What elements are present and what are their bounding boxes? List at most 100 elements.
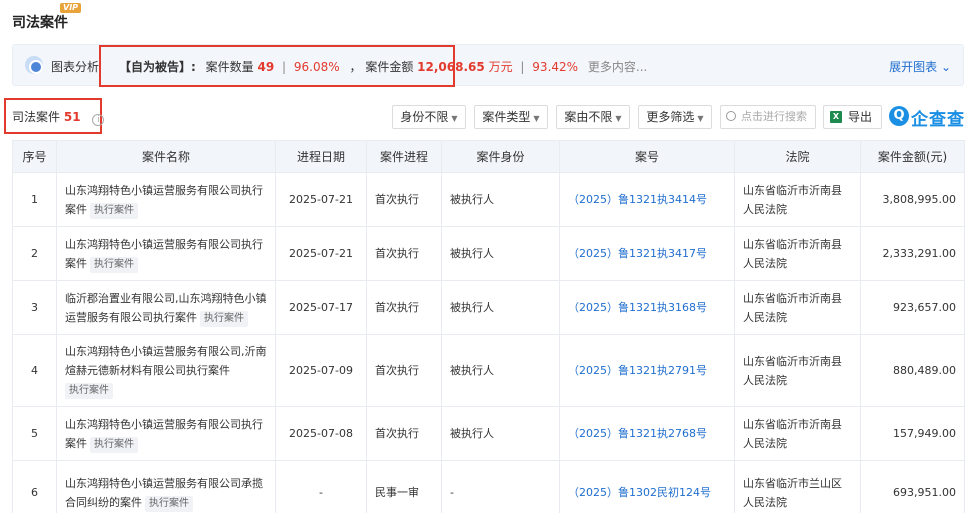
search-placeholder: 点击进行搜索 [741,110,807,123]
search-input[interactable]: 点击进行搜索 [720,105,816,129]
more-filters[interactable]: 更多筛选 ▼ [638,105,712,129]
case-number-link[interactable]: （2025）鲁1321执2791号 [559,334,735,407]
case-tag: 执行案件 [90,202,138,219]
cases-count: 51 [63,110,81,124]
col-header: 案号 [559,140,735,173]
case-name[interactable]: 山东鸿翔特色小镇运营服务有限公司执行案件 执行案件 [56,172,276,227]
vip-badge: VIP [60,3,82,13]
identity-filter[interactable]: 身份不限 ▼ [392,105,466,129]
col-header: 序号 [12,140,57,173]
progress-date: 2025-07-21 [275,226,367,281]
table-row[interactable]: 6 山东鸿翔特色小镇运营服务有限公司承揽合同纠纷的案件 执行案件 - 民事一审 -… [12,460,965,513]
row-number: 2 [12,226,57,281]
col-header: 案件金额(元) [860,140,965,173]
case-progress: 民事一审 [366,460,442,513]
col-header: 案件名称 [56,140,276,173]
table-row[interactable]: 1 山东鸿翔特色小镇运营服务有限公司执行案件 执行案件 2025-07-21 首次… [12,172,965,227]
case-role: 被执行人 [441,280,560,335]
row-number: 5 [12,406,57,461]
progress-date: 2025-07-08 [275,406,367,461]
excel-icon: X [830,111,842,123]
amount-label: 案件金额 [365,60,414,74]
case-tag: 执行案件 [90,256,138,273]
export-button[interactable]: X 导出 [823,105,882,129]
case-number-link[interactable]: （2025）鲁1321执2768号 [559,406,735,461]
progress-date: 2025-07-21 [275,172,367,227]
case-progress: 首次执行 [366,226,442,281]
col-header: 案件身份 [441,140,560,173]
case-progress: 首次执行 [366,406,442,461]
col-header: 进程日期 [275,140,367,173]
expand-chart-button[interactable]: 展开图表 ⌄ [889,58,951,75]
table-header-row: 序号 案件名称 进程日期 案件进程 案件身份 案号 法院 案件金额(元) [12,140,965,173]
case-name[interactable]: 山东鸿翔特色小镇运营服务有限公司执行案件 执行案件 [56,226,276,281]
case-name[interactable]: 山东鸿翔特色小镇运营服务有限公司,沂南煊赫元德新材料有限公司执行案件 执行案件 [56,334,276,407]
court: 山东省临沂市沂南县人民法院 [734,334,861,407]
case-amount: 880,489.00 [860,334,965,407]
count-label: 案件数量 [205,60,254,74]
table-row[interactable]: 2 山东鸿翔特色小镇运营服务有限公司执行案件 执行案件 2025-07-21 首次… [12,226,965,281]
count-value: 49 [257,60,275,74]
progress-date: 2025-07-09 [275,334,367,407]
court: 山东省临沂市沂南县人民法院 [734,226,861,281]
case-role: - [441,460,560,513]
case-progress: 首次执行 [366,334,442,407]
case-name[interactable]: 山东鸿翔特色小镇运营服务有限公司执行案件 执行案件 [56,406,276,461]
more-filters-label: 更多筛选 [646,110,695,124]
case-number-link[interactable]: （2025）鲁1321执3417号 [559,226,735,281]
case-amount: 693,951.00 [860,460,965,513]
col-header: 案件进程 [366,140,442,173]
chart-analysis-icon [25,56,43,74]
amount-value: 12,068.65 [417,60,485,74]
analysis-bar: 图表分析 【自为被告】: 案件数量 49 | 96.08% ， 案件金额 12,… [12,44,964,87]
table-row[interactable]: 4 山东鸿翔特色小镇运营服务有限公司,沂南煊赫元德新材料有限公司执行案件 执行案件… [12,334,965,407]
case-number-link[interactable]: （2025）鲁1321执3414号 [559,172,735,227]
table-row[interactable]: 3 临沂郡治置业有限公司,山东鸿翔特色小镇运营服务有限公司执行案件 执行案件 20… [12,280,965,335]
export-label: 导出 [848,110,873,124]
court: 山东省临沂市沂南县人民法院 [734,406,861,461]
col-header: 法院 [734,140,861,173]
row-number: 1 [12,172,57,227]
table-row[interactable]: 5 山东鸿翔特色小镇运营服务有限公司执行案件 执行案件 2025-07-08 首次… [12,406,965,461]
cases-heading: 司法案件 51 i [12,108,105,126]
case-role: 被执行人 [441,406,560,461]
count-pct: 96.08% [293,60,340,74]
brand-name: 企查查 [911,110,965,130]
case-amount: 2,333,291.00 [860,226,965,281]
page-title: 司法案件 [12,15,68,31]
case-number-link[interactable]: （2025）鲁1302民初124号 [559,460,735,513]
role-label: 【自为被告】: [119,60,196,74]
row-number: 6 [12,460,57,513]
row-number: 3 [12,280,57,335]
brand-logo-icon: Q [889,106,909,126]
case-reason-filter[interactable]: 案由不限 ▼ [556,105,630,129]
case-number-link[interactable]: （2025）鲁1321执3168号 [559,280,735,335]
case-progress: 首次执行 [366,172,442,227]
more-content-link[interactable]: 更多内容... [588,60,647,74]
case-tag: 执行案件 [65,383,113,399]
analysis-stats: 【自为被告】: 案件数量 49 | 96.08% ， 案件金额 12,068.6… [119,60,648,74]
court: 山东省临沂市兰山区人民法院 [734,460,861,513]
case-tag: 执行案件 [145,495,193,512]
case-role: 被执行人 [441,172,560,227]
row-number: 4 [12,334,57,407]
case-type-filter[interactable]: 案件类型 ▼ [474,105,548,129]
case-name[interactable]: 山东鸿翔特色小镇运营服务有限公司承揽合同纠纷的案件 执行案件 [56,460,276,513]
info-icon[interactable]: i [92,114,105,126]
case-type-filter-label: 案件类型 [482,110,531,124]
case-tag: 执行案件 [200,310,248,327]
case-role: 被执行人 [441,226,560,281]
case-amount: 3,808,995.00 [860,172,965,227]
expand-chart-label: 展开图表 [889,60,938,74]
caret-down-icon: ▼ [533,114,540,123]
progress-date: - [275,460,367,513]
court: 山东省临沂市沂南县人民法院 [734,280,861,335]
case-amount: 923,657.00 [860,280,965,335]
chevron-down-icon: ⌄ [940,60,951,74]
case-amount: 157,949.00 [860,406,965,461]
cases-table: 序号 案件名称 进程日期 案件进程 案件身份 案号 法院 案件金额(元) 1 山… [12,140,965,513]
search-icon [726,111,736,121]
case-name[interactable]: 临沂郡治置业有限公司,山东鸿翔特色小镇运营服务有限公司执行案件 执行案件 [56,280,276,335]
caret-down-icon: ▼ [615,114,622,123]
court: 山东省临沂市沂南县人民法院 [734,172,861,227]
